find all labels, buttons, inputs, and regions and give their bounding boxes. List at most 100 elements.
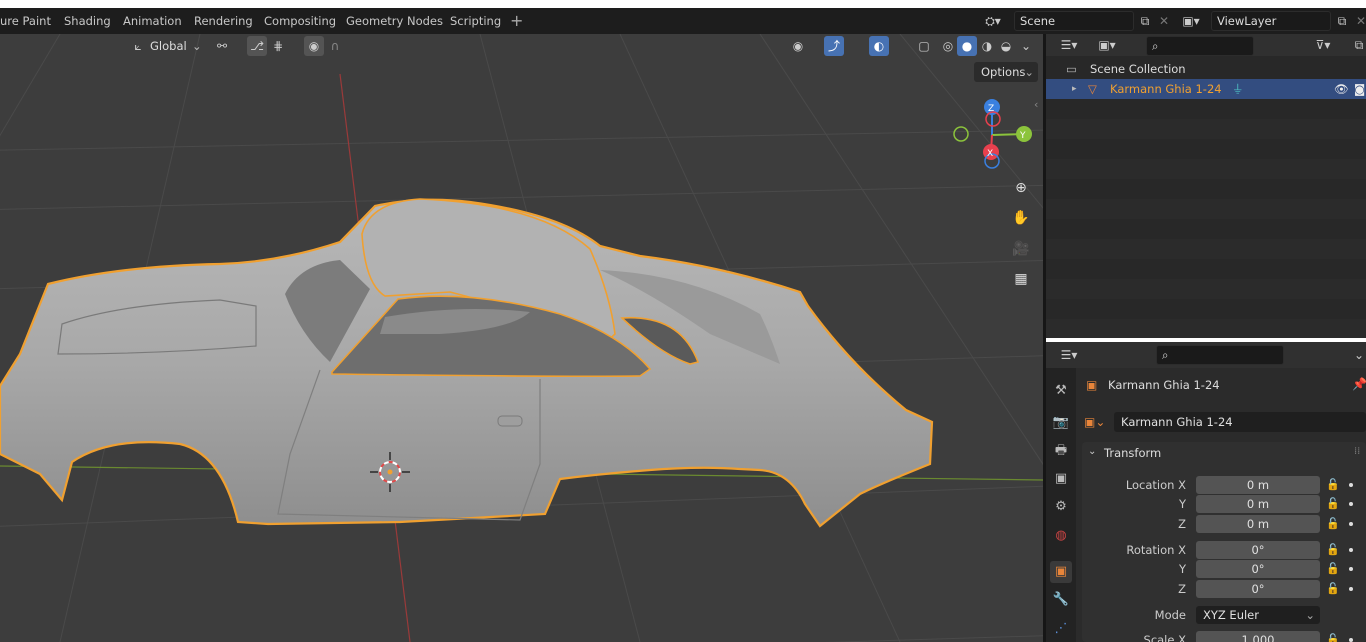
- outliner-row-object[interactable]: ▸ ▽ Karmann Ghia 1-24 ⏚ 👁 ◙: [1046, 79, 1366, 99]
- viewlayer-name-field[interactable]: ViewLayer: [1211, 11, 1331, 31]
- lock-icon[interactable]: 🔓: [1326, 495, 1340, 513]
- camera-view-icon[interactable]: 🎥: [1008, 236, 1034, 262]
- keyframe-dot-icon[interactable]: [1349, 548, 1353, 552]
- location-x-field[interactable]: 0 m: [1196, 476, 1320, 494]
- falloff-icon[interactable]: ∩: [325, 36, 345, 56]
- keyframe-dot-icon[interactable]: [1349, 522, 1353, 526]
- camera-icon[interactable]: ◙: [1354, 79, 1365, 99]
- outliner: ☰▾ ▣▾ ⌕ ⊽▾ ⧉ ▭ Scene Collection ▸ ▽ Karm…: [1046, 34, 1366, 338]
- location-z-field[interactable]: 0 m: [1196, 515, 1320, 533]
- delete-scene-icon[interactable]: ✕: [1153, 11, 1175, 31]
- lock-icon[interactable]: 🔓: [1326, 515, 1340, 533]
- transform-panel-title[interactable]: Transform: [1104, 446, 1161, 460]
- orientation-icon: ⟀: [134, 39, 142, 53]
- properties-search-input[interactable]: ⌕: [1156, 345, 1284, 365]
- gizmo-toggle-icon[interactable]: ⤴: [824, 36, 844, 56]
- chevron-down-icon: ⌄: [1024, 65, 1034, 79]
- world-tab-icon[interactable]: ◍: [1050, 525, 1072, 547]
- object-tab-icon[interactable]: ▣: [1050, 561, 1072, 583]
- scene-selector-icon[interactable]: ⛭▾: [982, 11, 1004, 31]
- filter-icon[interactable]: ⊽▾: [1312, 35, 1334, 55]
- lock-icon[interactable]: 🔓: [1326, 631, 1340, 642]
- tab-geometry-nodes[interactable]: Geometry Nodes: [346, 8, 443, 34]
- proportional-edit-icon[interactable]: ◉: [304, 36, 324, 56]
- output-tab-icon[interactable]: 🖶: [1050, 440, 1072, 462]
- object-name-field[interactable]: Karmann Ghia 1-24: [1114, 412, 1366, 432]
- snap-target-icon[interactable]: ⋕: [268, 36, 288, 56]
- properties-editor: ☰▾ ⌕ ⌄ ⚒ 📷 🖶 ▣ ⚙ ◍ ▣ 🔧 ⋰ ▣ Karmann Ghia …: [1046, 342, 1366, 642]
- rotation-y-field[interactable]: 0°: [1196, 560, 1320, 578]
- pivot-icon[interactable]: ⚯: [212, 36, 232, 56]
- zoom-icon[interactable]: ⊕: [1008, 175, 1034, 201]
- collapse-arrow-icon[interactable]: ⌄: [1088, 446, 1096, 457]
- tool-tab-icon[interactable]: ⚒: [1050, 380, 1072, 402]
- keyframe-dot-icon[interactable]: [1349, 567, 1353, 571]
- rotation-z-field[interactable]: 0°: [1196, 580, 1320, 598]
- scene-name-field[interactable]: Scene: [1014, 11, 1134, 31]
- 3d-viewport[interactable]: ⟀ Global ⌄ ⚯ ⎇ ⋕ ◉ ∩ ◉ ⤴ ◐ ▢ ◎ ● ◑ ◒ ⌄ O…: [0, 34, 1043, 642]
- pin-icon[interactable]: 📌: [1352, 377, 1366, 391]
- tab-shading[interactable]: Shading: [64, 8, 111, 34]
- view-layer-tab-icon[interactable]: ▣: [1050, 468, 1072, 490]
- collection-icon: ▭: [1066, 62, 1077, 76]
- new-collection-icon[interactable]: ⧉: [1348, 35, 1366, 55]
- viewport-scene: [0, 34, 1043, 642]
- object-data-selector-icon[interactable]: ▣⌄: [1084, 412, 1114, 432]
- lock-icon[interactable]: 🔓: [1326, 541, 1340, 559]
- rotation-y-label: Y: [1178, 562, 1186, 576]
- tab-texture-paint[interactable]: ure Paint: [0, 8, 51, 34]
- navigation-gizmo[interactable]: Z Y X: [946, 94, 1042, 174]
- chevron-down-icon[interactable]: ⌄: [1348, 345, 1366, 365]
- lock-icon[interactable]: 🔓: [1326, 476, 1340, 494]
- perspective-grid-icon[interactable]: ▦: [1008, 266, 1034, 292]
- modifier-tab-icon[interactable]: 🔧: [1050, 589, 1072, 611]
- keyframe-dot-icon[interactable]: [1349, 587, 1353, 591]
- lock-icon[interactable]: 🔓: [1326, 560, 1340, 578]
- viewlayer-selector-icon[interactable]: ▣▾: [1180, 11, 1202, 31]
- add-workspace-button[interactable]: +: [510, 8, 523, 34]
- render-tab-icon[interactable]: 📷: [1050, 412, 1072, 434]
- display-mode-icon[interactable]: ▣▾: [1096, 35, 1118, 55]
- rotation-x-field[interactable]: 0°: [1196, 541, 1320, 559]
- keyframe-dot-icon[interactable]: [1349, 638, 1353, 642]
- scene-tab-icon[interactable]: ⚙: [1050, 496, 1072, 518]
- wireframe-shading-icon[interactable]: ◎: [938, 36, 958, 56]
- overlays-toggle-icon[interactable]: ◐: [869, 36, 889, 56]
- editor-type-icon[interactable]: ☰▾: [1058, 35, 1080, 55]
- location-y-field[interactable]: 0 m: [1196, 495, 1320, 513]
- viewport-header: ⟀ Global ⌄ ⚯ ⎇ ⋕ ◉ ∩ ◉ ⤴ ◐ ▢ ◎ ● ◑ ◒ ⌄: [0, 34, 1043, 56]
- solid-shading-icon[interactable]: ●: [957, 36, 977, 56]
- visibility-icon[interactable]: ◉: [788, 36, 808, 56]
- location-x-label: Location X: [1125, 478, 1186, 492]
- lock-icon[interactable]: 🔓: [1326, 580, 1340, 598]
- rendered-shading-icon[interactable]: ◒: [996, 36, 1016, 56]
- shading-options-icon[interactable]: ⌄: [1016, 36, 1036, 56]
- tab-compositing[interactable]: Compositing: [264, 8, 336, 34]
- expand-arrow-icon[interactable]: ▸: [1072, 79, 1077, 99]
- tab-animation[interactable]: Animation: [123, 8, 182, 34]
- eye-icon[interactable]: 👁: [1334, 79, 1349, 99]
- snap-icon[interactable]: ⎇: [247, 36, 267, 56]
- rotation-mode-dropdown[interactable]: XYZ Euler ⌄: [1196, 606, 1320, 624]
- tab-scripting[interactable]: Scripting: [450, 8, 501, 34]
- mesh-data-icon[interactable]: ⏚: [1232, 79, 1244, 99]
- keyframe-dot-icon[interactable]: [1349, 483, 1353, 487]
- pan-hand-icon[interactable]: ✋: [1008, 205, 1034, 231]
- scale-x-field[interactable]: 1.000: [1196, 631, 1320, 642]
- rotation-mode-label: Mode: [1154, 608, 1186, 622]
- tab-rendering[interactable]: Rendering: [194, 8, 253, 34]
- mesh-object-icon: ▽: [1088, 82, 1097, 96]
- material-shading-icon[interactable]: ◑: [977, 36, 997, 56]
- keyframe-dot-icon[interactable]: [1349, 502, 1353, 506]
- editor-type-icon[interactable]: ☰▾: [1058, 345, 1080, 365]
- options-dropdown[interactable]: Options ⌄: [974, 62, 1038, 82]
- drag-handle-icon[interactable]: ⁞⁞: [1354, 446, 1360, 457]
- outliner-empty-rows: [1046, 99, 1366, 338]
- outliner-search-input[interactable]: ⌕: [1146, 36, 1254, 56]
- location-z-label: Z: [1178, 517, 1186, 531]
- delete-viewlayer-icon[interactable]: ✕: [1350, 11, 1366, 31]
- xray-icon[interactable]: ▢: [914, 36, 934, 56]
- outliner-row-scene-collection[interactable]: ▭ Scene Collection: [1046, 59, 1366, 79]
- workspace-bar: ure Paint Shading Animation Rendering Co…: [0, 8, 1366, 34]
- particles-tab-icon[interactable]: ⋰: [1050, 618, 1072, 640]
